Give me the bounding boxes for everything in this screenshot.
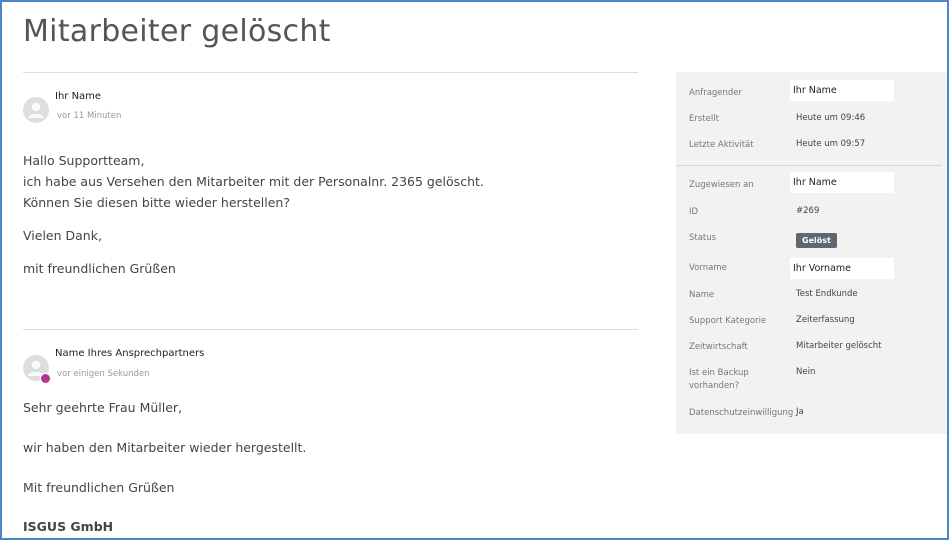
field-value-support-category: Zeiterfassung xyxy=(796,315,855,325)
page-title: Mitarbeiter gelöscht xyxy=(23,14,331,49)
field-label-created: Erstellt xyxy=(689,114,719,124)
field-value-last-activity: Heute um 09:57 xyxy=(796,139,866,149)
message-signature: ISGUS GmbH xyxy=(23,519,114,534)
ticket-details-sidebar: Anfragender Ihr Name Erstellt Heute um 0… xyxy=(676,72,947,434)
message-line: ich habe aus Versehen den Mitarbeiter mi… xyxy=(23,174,484,189)
user-icon xyxy=(28,102,44,118)
field-label-first-name: Vorname xyxy=(689,263,727,273)
field-label-name: Name xyxy=(689,290,715,300)
message-author[interactable]: Ihr Name xyxy=(55,91,101,102)
title-divider xyxy=(23,72,638,73)
message-author[interactable]: Name Ihres Ansprechpartners xyxy=(55,348,204,359)
assignee-field[interactable]: Ihr Name xyxy=(790,172,894,193)
field-label-requester: Anfragender xyxy=(689,88,743,98)
field-label-support-category: Support Kategorie xyxy=(689,316,767,326)
message-thanks: Vielen Dank, xyxy=(23,228,102,243)
field-label-id: ID xyxy=(689,207,699,217)
field-label-last-activity: Letzte Aktivität xyxy=(689,140,754,150)
field-label-backup: Ist ein Backup vorhanden? xyxy=(689,368,749,391)
message-closing: mit freundlichen Grüßen xyxy=(23,261,176,276)
message-greeting: Sehr geehrte Frau Müller, xyxy=(23,400,183,415)
message-closing: Mit freundlichen Grüßen xyxy=(23,480,175,495)
ticket-window: Mitarbeiter gelöscht Ihr Name vor 11 Min… xyxy=(0,0,949,540)
field-value-name: Test Endkunde xyxy=(796,289,858,299)
field-value-backup: Nein xyxy=(796,367,816,377)
status-badge: Gelöst xyxy=(796,233,837,248)
field-label-status: Status xyxy=(689,233,717,243)
field-label-time-management: Zeitwirtschaft xyxy=(689,342,748,352)
field-label-privacy-consent: Datenschutzeinwilligung xyxy=(689,408,794,418)
message-time[interactable]: vor 11 Minuten xyxy=(57,111,121,121)
field-value-created: Heute um 09:46 xyxy=(796,113,866,123)
message-line: Hallo Supportteam, xyxy=(23,153,145,168)
avatar[interactable] xyxy=(23,97,49,123)
first-name-field[interactable]: Ihr Vorname xyxy=(790,258,894,279)
message-text: wir haben den Mitarbeiter wieder hergest… xyxy=(23,440,307,455)
message-time[interactable]: vor einigen Sekunden xyxy=(57,369,150,379)
message-body: Hallo Supportteam, ich habe aus Versehen… xyxy=(23,150,484,279)
field-value-time-management: Mitarbeiter gelöscht xyxy=(796,341,882,351)
requester-field[interactable]: Ihr Name xyxy=(790,80,894,101)
field-label-assignee: Zugewiesen an xyxy=(689,180,754,190)
message-divider xyxy=(23,329,638,330)
message-line: Können Sie diesen bitte wieder herstelle… xyxy=(23,195,290,210)
field-value-privacy-consent: Ja xyxy=(796,407,804,417)
field-value-id: #269 xyxy=(796,206,820,216)
presence-dot xyxy=(40,373,51,384)
sidebar-divider xyxy=(676,165,942,166)
